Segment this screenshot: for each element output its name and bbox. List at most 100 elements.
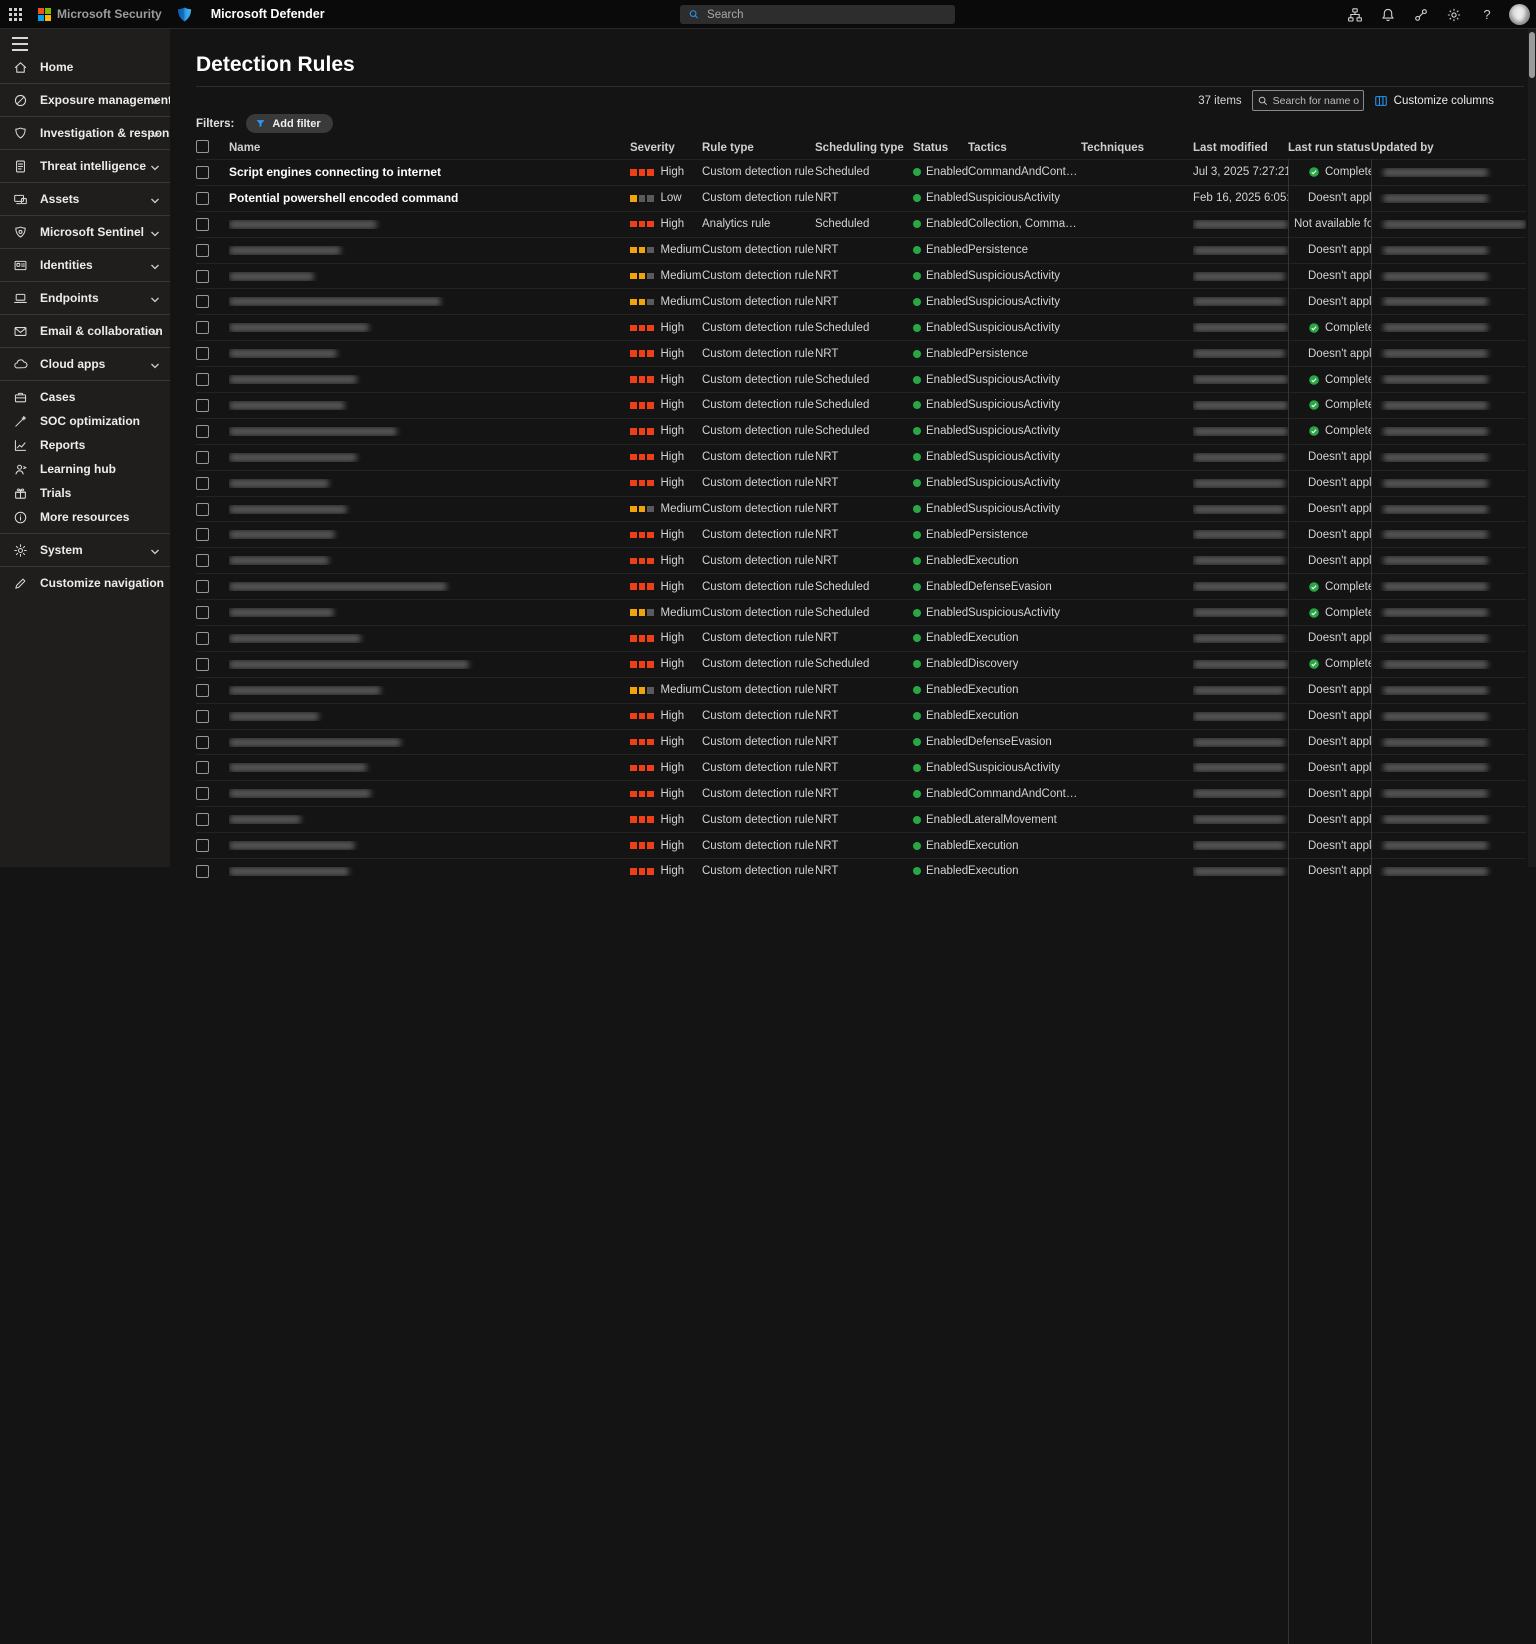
column-header-techniques[interactable]: Techniques — [1081, 142, 1193, 154]
last-modified-redacted — [1193, 530, 1285, 539]
row-checkbox[interactable] — [196, 787, 209, 800]
scrollbar-thumb[interactable] — [1529, 32, 1535, 78]
row-checkbox[interactable] — [196, 425, 209, 438]
row-checkbox[interactable] — [196, 244, 209, 257]
microsoft-security-logo[interactable]: Microsoft Security — [38, 7, 162, 21]
row-checkbox[interactable] — [196, 451, 209, 464]
account-avatar[interactable] — [1509, 4, 1530, 25]
column-header-tactics[interactable]: Tactics — [968, 142, 1081, 154]
sidebar-item-identities[interactable]: Identities — [0, 253, 170, 277]
completed-check-icon — [1308, 607, 1320, 619]
scheduling-type-cell: NRT — [815, 244, 913, 256]
sidebar-item-trials[interactable]: Trials — [0, 481, 170, 505]
select-all-checkbox[interactable] — [196, 140, 209, 153]
row-checkbox[interactable] — [196, 710, 209, 723]
column-header-rule-type[interactable]: Rule type — [702, 142, 815, 154]
rule-name-cell — [229, 505, 630, 514]
rule-name-link[interactable]: Script engines connecting to internet — [229, 165, 441, 179]
sidebar-item-exposure-management[interactable]: Exposure management — [0, 88, 170, 112]
row-checkbox[interactable] — [196, 399, 209, 412]
row-checkbox[interactable] — [196, 166, 209, 179]
last-run-status-label: Doesn't apply — [1308, 451, 1371, 463]
row-checkbox[interactable] — [196, 632, 209, 645]
column-header-scheduling-type[interactable]: Scheduling type — [815, 142, 913, 154]
grid-search-input[interactable] — [1273, 95, 1359, 107]
sidebar-item-home[interactable]: Home — [0, 55, 170, 79]
sidebar-item-threat-intelligence[interactable]: Threat intelligence — [0, 154, 170, 178]
customize-columns-button[interactable]: Customize columns — [1374, 94, 1494, 108]
sidebar-item-investigation-response[interactable]: Investigation & response — [0, 121, 170, 145]
sidebar-item-cases[interactable]: Cases — [0, 385, 170, 409]
updated-by-cell — [1371, 349, 1526, 358]
last-run-status-cell: Completed — [1288, 166, 1371, 178]
row-checkbox[interactable] — [196, 736, 209, 749]
status-cell: Enabled — [913, 865, 968, 877]
row-checkbox[interactable] — [196, 347, 209, 360]
row-checkbox[interactable] — [196, 321, 209, 334]
notifications-bell-icon[interactable] — [1377, 4, 1399, 26]
sidebar-item-learning-hub[interactable]: Learning hub — [0, 457, 170, 481]
row-checkbox[interactable] — [196, 606, 209, 619]
directory-icon[interactable] — [1344, 4, 1366, 26]
row-checkbox[interactable] — [196, 192, 209, 205]
column-header-last-modified[interactable]: Last modified — [1193, 142, 1288, 154]
feedback-icon[interactable] — [1410, 4, 1432, 26]
sidebar-item-system[interactable]: System — [0, 538, 170, 562]
tactics-cell: Execution — [968, 632, 1081, 644]
column-header-name[interactable]: Name — [229, 142, 630, 154]
column-header-updated-by[interactable]: Updated by — [1371, 142, 1526, 154]
sidebar-item-label: Email & collaboration — [40, 324, 163, 338]
global-search-input[interactable] — [707, 9, 947, 21]
row-checkbox[interactable] — [196, 295, 209, 308]
app-launcher-waffle-icon[interactable] — [0, 0, 30, 29]
hamburger-menu-icon[interactable] — [12, 37, 28, 51]
row-checkbox-cell — [196, 580, 229, 593]
grid-search-box[interactable] — [1252, 90, 1364, 111]
sidebar-item-endpoints[interactable]: Endpoints — [0, 286, 170, 310]
global-search[interactable] — [680, 5, 955, 24]
updated-by-cell — [1371, 867, 1526, 876]
last-run-status-label: Doesn't apply — [1308, 710, 1371, 722]
row-checkbox[interactable] — [196, 528, 209, 541]
sidebar-nav: Home Exposure management Investigation & r… — [0, 55, 170, 595]
rule-name-redacted — [229, 582, 447, 591]
severity-cell: High — [630, 399, 702, 411]
chevron-down-icon — [150, 546, 160, 556]
scheduling-type-cell: NRT — [815, 788, 913, 800]
settings-gear-icon[interactable] — [1443, 4, 1465, 26]
row-checkbox[interactable] — [196, 658, 209, 671]
row-checkbox[interactable] — [196, 580, 209, 593]
row-checkbox[interactable] — [196, 270, 209, 283]
last-modified-cell — [1193, 427, 1288, 436]
row-checkbox[interactable] — [196, 813, 209, 826]
rule-name-link[interactable]: Potential powershell encoded command — [229, 191, 458, 205]
severity-indicator — [630, 299, 654, 306]
sidebar-item-microsoft-sentinel[interactable]: Microsoft Sentinel — [0, 220, 170, 244]
row-checkbox[interactable] — [196, 218, 209, 231]
severity-label: Medium — [661, 503, 702, 515]
row-checkbox[interactable] — [196, 839, 209, 852]
column-header-status[interactable]: Status — [913, 142, 968, 154]
row-checkbox-cell — [196, 218, 229, 231]
row-checkbox[interactable] — [196, 503, 209, 516]
severity-label: High — [661, 555, 685, 567]
row-checkbox[interactable] — [196, 554, 209, 567]
sidebar-item-cloud-apps[interactable]: Cloud apps — [0, 352, 170, 376]
column-header-severity[interactable]: Severity — [630, 142, 702, 154]
sidebar-item-assets[interactable]: Assets — [0, 187, 170, 211]
row-checkbox[interactable] — [196, 373, 209, 386]
severity-indicator — [630, 247, 654, 254]
column-header-last-run-status[interactable]: Last run status — [1288, 142, 1371, 154]
help-icon[interactable]: ? — [1476, 4, 1498, 26]
last-modified-cell — [1193, 272, 1288, 281]
sidebar-item-more-resources[interactable]: More resources — [0, 505, 170, 529]
sidebar-item-customize-navigation[interactable]: Customize navigation — [0, 571, 170, 595]
chevron-down-icon — [150, 327, 160, 337]
add-filter-button[interactable]: Add filter — [246, 114, 332, 133]
sidebar-item-reports[interactable]: Reports — [0, 433, 170, 457]
row-checkbox[interactable] — [196, 684, 209, 697]
row-checkbox[interactable] — [196, 477, 209, 490]
sidebar-item-email-collaboration[interactable]: Email & collaboration — [0, 319, 170, 343]
sidebar-item-soc-optimization[interactable]: SOC optimization — [0, 409, 170, 433]
row-checkbox[interactable] — [196, 761, 209, 774]
